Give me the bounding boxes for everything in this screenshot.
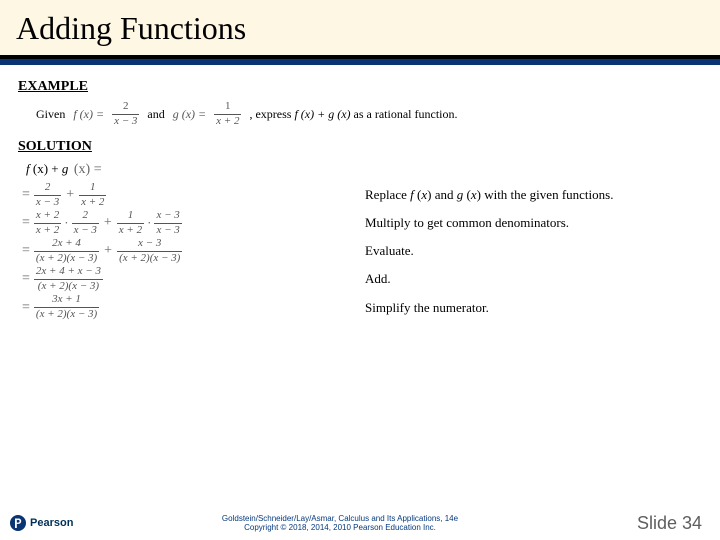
content-area: EXAMPLE Given f (x) = 2 x − 3 and g (x) … xyxy=(0,65,720,540)
fraction-numerator: 3x + 1 xyxy=(50,294,83,306)
step-row: = 2 x − 3+1 x + 2 Replace f (x) and g (x) wi… xyxy=(20,182,702,208)
brand-name: Pearson xyxy=(30,517,73,529)
f-lhs: f (x) = xyxy=(73,107,104,122)
step-explain: Simplify the numerator. xyxy=(365,300,489,316)
g-num: 1 xyxy=(223,101,233,113)
fraction: 2 x − 3 xyxy=(34,182,61,208)
fraction: x − 3 x − 3 xyxy=(154,210,181,236)
fraction: x − 3 (x + 2)(x − 3) xyxy=(117,238,182,264)
equals-sign: = xyxy=(20,243,34,259)
fraction: 2x + 4 + x − 3 (x + 2)(x − 3) xyxy=(34,266,103,292)
f-fraction: 2 x − 3 xyxy=(112,101,139,127)
slide-number: Slide 34 xyxy=(600,513,720,534)
fraction-denominator: (x + 2)(x − 3) xyxy=(34,309,99,321)
fraction-numerator: x − 3 xyxy=(136,238,163,250)
step-explain: Multiply to get common denominators. xyxy=(365,215,569,231)
fraction-numerator: 2x + 4 + x − 3 xyxy=(34,266,103,278)
equals-sign: = xyxy=(20,271,34,287)
fraction-numerator: x − 3 xyxy=(154,210,181,222)
step-row: =2x + 4 + x − 3 (x + 2)(x − 3) Add. xyxy=(20,266,702,292)
fraction: 2x + 4 (x + 2)(x − 3) xyxy=(34,238,99,264)
fraction-denominator: x − 3 xyxy=(72,225,99,237)
given-post: , express f (x) + g (x) as a rational fu… xyxy=(249,107,457,122)
example-heading: EXAMPLE xyxy=(18,79,702,95)
brand-logo: Pearson xyxy=(0,515,80,531)
fraction-denominator: (x + 2)(x − 3) xyxy=(117,253,182,265)
fraction-denominator: (x + 2)(x − 3) xyxy=(36,281,101,293)
step-math: =x + 2x + 2·2x − 3+1x + 2·x − 3x − 3 xyxy=(20,210,365,236)
given-row: Given f (x) = 2 x − 3 and g (x) = 1 x + … xyxy=(36,101,702,127)
given-and: and xyxy=(147,107,164,122)
plus-operator: + xyxy=(99,215,117,231)
title-rule xyxy=(0,55,720,65)
steps-container: =2x − 3+1x + 2Replace f (x) and g (x) wi… xyxy=(18,182,702,320)
step-math: = 2x + 4 (x + 2)(x − 3)+ x − 3 (x + 2)(x − 3… xyxy=(20,238,365,264)
fraction-denominator: x − 3 xyxy=(154,225,181,237)
slide: Adding Functions EXAMPLE Given f (x) = 2… xyxy=(0,0,720,540)
given-pre: Given xyxy=(36,107,65,122)
pearson-p-icon xyxy=(10,515,26,531)
fraction-numerator: x + 2 xyxy=(34,210,61,222)
fraction-numerator: 2 xyxy=(80,210,90,222)
g-den: x + 2 xyxy=(214,116,241,128)
equals-sign: = xyxy=(20,215,34,231)
fraction-denominator: (x + 2)(x − 3) xyxy=(34,253,99,265)
fraction: 1 x + 2 xyxy=(117,210,144,236)
fraction: 1 x + 2 xyxy=(79,182,106,208)
fraction: 3x + 1 (x + 2)(x − 3) xyxy=(34,294,99,320)
fraction-numerator: 1 xyxy=(88,182,98,194)
fraction-numerator: 1 xyxy=(126,210,136,222)
credit-text: Goldstein/Schneider/Lay/Asmar, Calculus … xyxy=(80,514,600,532)
times-operator: · xyxy=(61,215,71,231)
f-num: 2 xyxy=(121,101,131,113)
step-math: = 2 x − 3+1 x + 2 xyxy=(20,182,365,208)
fraction-denominator: x + 2 xyxy=(117,225,144,237)
g-fraction: 1 x + 2 xyxy=(214,101,241,127)
step-math: =2x + 4 + x − 3 (x + 2)(x − 3) xyxy=(20,266,365,292)
fraction-numerator: 2 xyxy=(43,182,53,194)
equals-sign: = xyxy=(20,187,34,203)
fraction-denominator: x − 3 xyxy=(34,197,61,209)
fraction-denominator: x + 2 xyxy=(79,197,106,209)
fraction: 2 x − 3 xyxy=(72,210,99,236)
fraction: x + 2 x + 2 xyxy=(34,210,61,236)
times-operator: · xyxy=(144,215,154,231)
equals-sign: = xyxy=(20,300,34,316)
solution-heading: SOLUTION xyxy=(18,139,702,155)
step-math: = 3x + 1 (x + 2)(x − 3) xyxy=(20,294,365,320)
step-explain: Replace f (x) and g (x) with the given f… xyxy=(365,187,613,203)
fraction-denominator: x + 2 xyxy=(34,225,61,237)
step-row: =x + 2x + 2·2x − 3+1x + 2·x − 3x − 3Mult… xyxy=(20,210,702,236)
step-row: = 2x + 4 (x + 2)(x − 3)+ x − 3 (x + 2)(x − 3… xyxy=(20,238,702,264)
solution-lead: f (x) + g (x) = xyxy=(26,161,702,178)
g-lhs: g (x) = xyxy=(173,107,206,122)
step-row: = 3x + 1 (x + 2)(x − 3) Simplify the numera… xyxy=(20,294,702,320)
step-explain: Add. xyxy=(365,271,391,287)
plus-operator: + xyxy=(99,243,117,259)
fraction-numerator: 2x + 4 xyxy=(50,238,83,250)
title-bar: Adding Functions xyxy=(0,0,720,55)
step-explain: Evaluate. xyxy=(365,243,414,259)
plus-operator: + xyxy=(61,187,79,203)
slide-title: Adding Functions xyxy=(16,10,704,47)
footer: Pearson Goldstein/Schneider/Lay/Asmar, C… xyxy=(0,506,720,540)
f-den: x − 3 xyxy=(112,116,139,128)
